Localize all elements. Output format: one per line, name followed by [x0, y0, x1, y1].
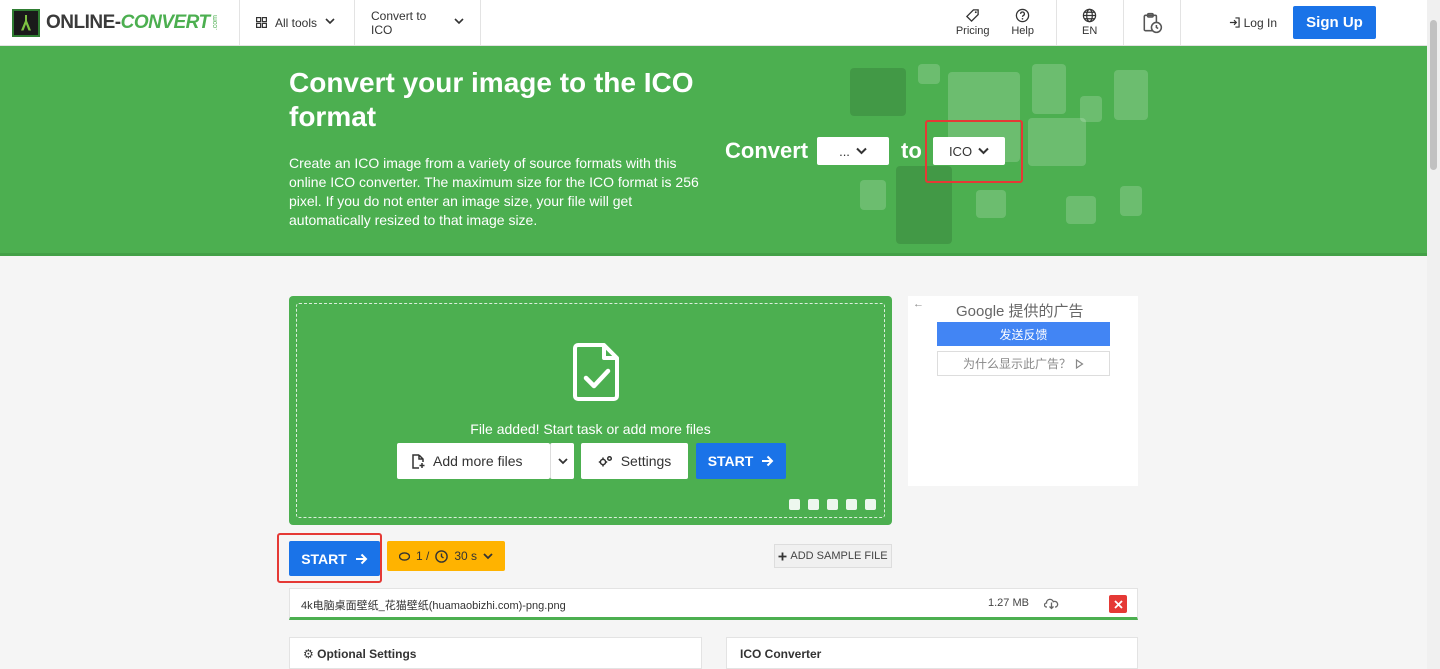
nav-convert-label: Convert to ICO: [371, 8, 427, 37]
grid-icon: [256, 17, 267, 28]
highlight-box-format: [925, 120, 1023, 183]
settings-label: Settings: [620, 453, 672, 469]
ad-panel: ← Google 提供的广告 发送反馈 为什么显示此广告？: [908, 296, 1138, 486]
google-drive-icon[interactable]: [827, 499, 838, 510]
copy-icon[interactable]: [865, 499, 876, 510]
tag-icon: [966, 9, 979, 23]
doc-file-icon: [1080, 96, 1102, 122]
play-icon: [1075, 358, 1084, 369]
page-title: Convert your image to the ICO format: [289, 67, 694, 132]
sign-in-icon: [1229, 17, 1240, 28]
add-more-files-label: Add more files: [433, 453, 523, 469]
small-file-icon: [1066, 196, 1096, 224]
source-format-value: ...: [839, 143, 850, 159]
gears-icon: [598, 455, 612, 466]
chevron-down-icon: [454, 17, 464, 28]
optional-settings-label: Optional Settings: [317, 647, 417, 661]
file-check-icon: [573, 343, 619, 401]
chevron-down-icon: [483, 552, 493, 559]
to-label: to: [901, 138, 922, 163]
image-file-icon: [1032, 64, 1066, 114]
ad-feedback-button[interactable]: 发送反馈: [937, 322, 1110, 346]
logo-text: ONLINE-CONVERT: [46, 11, 210, 33]
file-size: 1.27 MB: [988, 597, 1029, 609]
ico-converter-label: ICO Converter: [740, 647, 822, 661]
file-plus-icon: [412, 453, 425, 469]
envelope-icon: [850, 68, 906, 116]
credits-time-dropdown[interactable]: 1 / 30 s: [387, 541, 505, 571]
chart-file-icon: [1114, 70, 1148, 120]
page-scrollbar[interactable]: [1427, 0, 1440, 669]
add-sample-file-button[interactable]: ADD SAMPLE FILE: [774, 544, 892, 568]
file-name: 4k电脑桌面壁纸_花猫壁纸(huamaobizhi.com)-png.png: [301, 600, 566, 612]
ico-converter-panel: ICO Converter: [726, 637, 1138, 669]
arrow-right-icon: [762, 455, 774, 467]
nav-convert-to-ico[interactable]: Convert to ICO: [355, 0, 481, 45]
settings-button[interactable]: Settings: [581, 443, 688, 479]
question-icon: [1015, 8, 1030, 23]
top-header: ONLINE-CONVERT .com All tools Convert to…: [0, 0, 1427, 46]
ad-why-label: 为什么显示此广告？: [962, 357, 1071, 371]
dropzone-message: File added! Start task or add more files: [470, 421, 711, 437]
help-link[interactable]: Help: [998, 0, 1048, 45]
link-icon[interactable]: [808, 499, 819, 510]
language-label: EN: [1081, 25, 1098, 37]
scrollbar-thumb[interactable]: [1430, 20, 1437, 170]
time-label: 30 s: [454, 549, 478, 563]
page-description: Create an ICO image from a variety of so…: [289, 155, 699, 228]
login-label: Log In: [1243, 15, 1277, 30]
credits-label: 1 /: [415, 549, 430, 563]
help-label: Help: [1011, 25, 1034, 37]
pricing-label: Pricing: [955, 25, 990, 37]
login-link[interactable]: Log In: [1189, 0, 1293, 45]
add-more-files-button[interactable]: Add more files: [397, 443, 550, 479]
globe-icon: [1082, 8, 1097, 23]
coins-icon: [398, 551, 410, 561]
png-file-icon: [860, 180, 886, 210]
back-arrow-icon[interactable]: ←: [913, 298, 924, 310]
signup-button[interactable]: Sign Up: [1293, 6, 1376, 39]
language-selector[interactable]: EN: [1065, 0, 1115, 45]
logo-com: .com: [211, 14, 219, 31]
folder-icon[interactable]: [789, 499, 800, 510]
site-logo[interactable]: ONLINE-CONVERT .com: [0, 0, 240, 45]
gear-icon: ⚙: [303, 647, 314, 661]
convert-label: Convert: [725, 138, 809, 163]
clock-icon: [435, 549, 449, 563]
history-button[interactable]: [1132, 0, 1172, 45]
small-file-icon: [918, 64, 940, 84]
nav-all-tools[interactable]: All tools: [240, 0, 355, 45]
highlight-box-start: [277, 533, 382, 583]
page: ONLINE-CONVERT .com All tools Convert to…: [0, 0, 1440, 669]
upload-source-icons: [789, 499, 876, 510]
pdf-file-icon: [1028, 118, 1086, 166]
logo-icon: [12, 8, 40, 37]
ad-header: Google 提供的广告: [956, 303, 1084, 320]
pricing-link[interactable]: Pricing: [948, 0, 998, 45]
dropbox-icon[interactable]: [846, 499, 857, 510]
dropzone-border: File added! Start task or add more files…: [296, 303, 885, 518]
sample-label: ADD SAMPLE FILE: [790, 550, 888, 562]
plus-icon: [778, 552, 787, 560]
chevron-down-icon: [557, 457, 568, 464]
start-label: START: [707, 453, 754, 469]
add-files-dropdown-toggle[interactable]: [550, 443, 574, 479]
nav-all-tools-label: All tools: [275, 15, 318, 30]
source-format-select[interactable]: ...: [817, 137, 889, 165]
hero-banner: Convert your image to the ICO format Cre…: [0, 46, 1427, 256]
file-dropzone[interactable]: File added! Start task or add more files…: [289, 296, 892, 525]
cloud-download-icon[interactable]: [1044, 596, 1059, 610]
start-button-dropzone[interactable]: START: [696, 443, 786, 479]
clipboard-clock-icon: [1143, 12, 1162, 33]
optional-settings-panel[interactable]: ⚙ Optional Settings: [289, 637, 702, 669]
ad-why-button[interactable]: 为什么显示此广告？: [937, 351, 1110, 376]
chevron-down-icon: [856, 147, 867, 155]
chevron-down-icon: [325, 17, 335, 28]
font-file-icon: [1120, 186, 1142, 216]
close-icon: [1113, 599, 1123, 609]
delete-file-button[interactable]: [1109, 595, 1127, 613]
file-list-item: 4k电脑桌面壁纸_花猫壁纸(huamaobizhi.com)-png.png 1…: [289, 588, 1138, 620]
small-file-icon: [976, 190, 1006, 218]
